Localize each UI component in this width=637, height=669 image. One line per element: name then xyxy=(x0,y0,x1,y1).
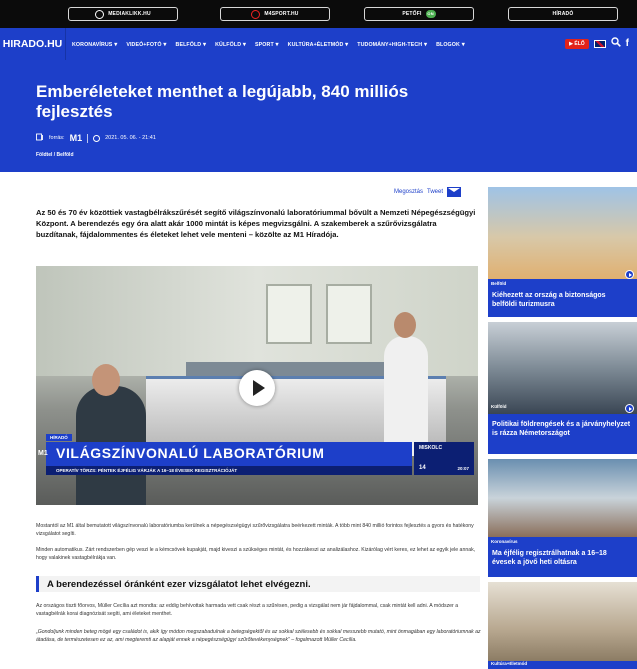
source-name[interactable]: M1 xyxy=(70,133,83,143)
card-category: Külföld xyxy=(491,404,507,409)
card-title[interactable]: Ma éjfélig regisztrálhatnak a 16–18 éves… xyxy=(492,549,632,567)
ring-icon xyxy=(95,9,105,19)
weather-box: MISKOLC 14 20:07 xyxy=(414,442,474,475)
nav-item-video-foto[interactable]: VIDEÓ+FOTÓ xyxy=(126,41,166,48)
article-paragraph: Az országos tiszti főorvos, Müller Cecíl… xyxy=(36,603,459,617)
network-link-petofi[interactable]: PETŐFI ON xyxy=(364,7,474,21)
nav-item-kulfold[interactable]: KÜLFÖLD xyxy=(215,41,246,48)
article-subhead-box: A berendezéssel óránként ezer vizsgálato… xyxy=(36,576,480,592)
card-image xyxy=(488,459,637,537)
site-logo[interactable]: HIRADO.HU xyxy=(0,28,66,60)
article-meta: forrás: M1 2021. 05. 06. - 21:41 xyxy=(36,133,156,143)
page-title: Emberéleteket menthet a legújabb, 840 mi… xyxy=(36,82,409,121)
sidebar-card[interactable]: Koronavírus Ma éjfélig regisztrálhatnak … xyxy=(488,459,637,577)
source-icon xyxy=(36,133,44,143)
nav-item-tudomany[interactable]: TUDOMÁNY+HIGH-TECH xyxy=(357,41,427,48)
sidebar-card[interactable]: Külföld Politikai földrengések és a járv… xyxy=(488,322,637,454)
video-tag: HÍRADÓ xyxy=(46,434,72,441)
facebook-icon[interactable]: f xyxy=(626,38,629,49)
card-category: Belföld xyxy=(491,281,507,286)
network-bar: MEDIAKLIKK.HU M4SPORT.HU PETŐFI ON HÍRAD… xyxy=(0,0,637,28)
channel-logo: M1 xyxy=(38,450,48,457)
petofi-badge: ON xyxy=(425,10,436,18)
card-image xyxy=(488,322,637,414)
source-label: forrás: xyxy=(49,135,65,141)
video-frame-person-head xyxy=(394,312,416,338)
meta-divider xyxy=(87,133,89,143)
nav-item-belfold[interactable]: BELFÖLD xyxy=(176,41,207,48)
weather-temp: 14 xyxy=(419,465,426,471)
play-icon[interactable] xyxy=(625,404,634,413)
nav-item-koronavirus[interactable]: KORONAVÍRUS xyxy=(72,41,117,48)
network-link-mediaklikk[interactable]: MEDIAKLIKK.HU xyxy=(68,7,178,21)
video-caption-title: VILÁGSZÍNVONALÚ LABORATÓRIUM xyxy=(46,442,412,466)
card-image xyxy=(488,187,637,279)
main-nav: HIRADO.HU KORONAVÍRUS VIDEÓ+FOTÓ BELFÖLD… xyxy=(0,28,637,60)
play-icon[interactable] xyxy=(625,270,634,279)
video-frame-person xyxy=(384,336,428,456)
sidebar-card[interactable]: Kultúra+Életmód xyxy=(488,582,637,669)
email-icon[interactable] xyxy=(447,187,462,197)
card-category: Kultúra+Életmód xyxy=(491,661,528,666)
nav-item-blogok[interactable]: BLOGOK xyxy=(436,41,465,48)
video-frame-window xyxy=(326,284,372,344)
article-quote: „Gondoljunk minden beteg mögé egy család… xyxy=(36,629,481,643)
breadcrumb[interactable]: Földtel / Belföld xyxy=(36,152,74,158)
broadcast-time: 20:07 xyxy=(457,466,469,471)
share-bar: Megosztás Tweet xyxy=(394,187,462,197)
network-link-hirado[interactable]: HÍRADÓ xyxy=(508,7,618,21)
weather-city: MISKOLC xyxy=(419,445,443,451)
tweet-link[interactable]: Tweet xyxy=(427,189,443,195)
card-image xyxy=(488,582,637,661)
article-subhead: A berendezéssel óránként ezer vizsgálato… xyxy=(47,579,311,590)
share-link[interactable]: Megosztás xyxy=(394,189,423,195)
video-player[interactable]: HÍRADÓ VILÁGSZÍNVONALÚ LABORATÓRIUM OPER… xyxy=(36,266,478,505)
video-frame-person-head xyxy=(92,364,120,396)
clock-icon xyxy=(93,134,101,142)
article-lead: Az 50 és 70 év közöttiek vastagbélrákszű… xyxy=(36,208,476,239)
article-hero: Emberéleteket menthet a legújabb, 840 mi… xyxy=(0,60,637,172)
play-button[interactable] xyxy=(239,370,275,406)
video-frame-window xyxy=(266,284,312,344)
article-paragraph: Mostantól az M1 által bemutatott világsz… xyxy=(36,523,474,537)
ring-red-icon xyxy=(251,9,261,19)
publish-date: 2021. 05. 06. - 21:41 xyxy=(105,135,156,141)
nav-item-sport[interactable]: SPORT xyxy=(255,41,279,48)
nav-item-kultura[interactable]: KULTÚRA+ÉLETMÓD xyxy=(288,41,349,48)
hirado-logo: HÍRADÓ xyxy=(552,11,574,17)
sidebar-card[interactable]: Belföld Kiéhezett az ország a biztonságo… xyxy=(488,187,637,317)
network-link-m4sport[interactable]: M4SPORT.HU xyxy=(220,7,330,21)
article-paragraph: Minden automatikus. Zárt rendszerben gép… xyxy=(36,547,476,561)
search-icon[interactable] xyxy=(610,37,621,50)
video-caption-subtitle: OPERATÍV TÖRZS: PÉNTEK ÉJFÉLIG VÁRJÁK A … xyxy=(46,466,412,475)
card-category: Koronavírus xyxy=(491,539,518,544)
card-title[interactable]: Politikai földrengések és a járványhelyz… xyxy=(492,420,632,438)
nav-right: ▶ ÉLŐ f xyxy=(565,37,629,50)
nav-items: KORONAVÍRUS VIDEÓ+FOTÓ BELFÖLD KÜLFÖLD S… xyxy=(66,41,465,48)
english-flag-icon[interactable] xyxy=(593,39,606,48)
card-title[interactable]: Kiéhezett az ország a biztonságos belföl… xyxy=(492,291,632,309)
live-button[interactable]: ▶ ÉLŐ xyxy=(565,38,589,49)
